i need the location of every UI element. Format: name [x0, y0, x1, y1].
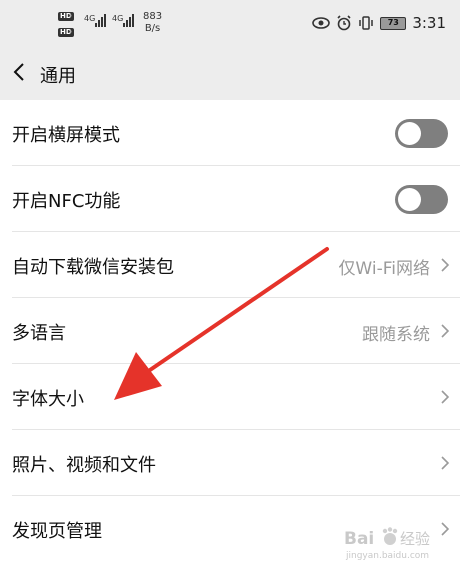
nfc-toggle[interactable]	[395, 185, 448, 214]
status-icons-right: 73 3:31	[312, 14, 446, 32]
chevron-right-icon	[441, 324, 450, 338]
settings-list: 开启横屏模式 开启NFC功能 自动下载微信安装包 仅Wi-Fi网络 多语言 跟随…	[0, 100, 460, 562]
signal-icon-1	[95, 14, 106, 27]
network-speed: 883 B/s	[143, 11, 162, 35]
setting-label: 多语言	[12, 323, 66, 344]
alarm-icon	[337, 15, 351, 31]
battery-indicator: 73	[380, 16, 407, 30]
setting-language[interactable]: 多语言 跟随系统	[12, 298, 460, 364]
setting-nfc[interactable]: 开启NFC功能	[12, 166, 460, 232]
setting-label: 字体大小	[12, 389, 84, 410]
chevron-right-icon	[441, 390, 450, 404]
vibrate-icon	[359, 16, 374, 30]
network-type-2: 4G	[112, 14, 124, 23]
nav-header: 通用	[0, 48, 460, 100]
eye-comfort-icon	[312, 17, 331, 29]
setting-font-size[interactable]: 字体大小	[12, 364, 460, 430]
setting-landscape-mode[interactable]: 开启横屏模式	[12, 100, 460, 166]
network-speed-value: 883	[143, 11, 163, 22]
setting-label: 开启横屏模式	[12, 125, 120, 146]
watermark-brand-cn: 经验	[400, 530, 430, 548]
setting-label: 开启NFC功能	[12, 191, 121, 212]
setting-value: 跟随系统	[362, 325, 430, 345]
setting-auto-download[interactable]: 自动下载微信安装包 仅Wi-Fi网络	[12, 232, 460, 298]
paw-icon	[382, 527, 398, 545]
toggle-knob	[398, 188, 421, 211]
setting-label: 发现页管理	[12, 521, 102, 542]
chevron-right-icon	[441, 258, 450, 272]
network-type-1: 4G	[84, 14, 96, 23]
sim2-icon: ▯	[70, 28, 75, 37]
clock: 3:31	[412, 14, 446, 32]
back-arrow-icon[interactable]	[9, 61, 31, 83]
signal-icon-2	[123, 14, 134, 27]
page-title: 通用	[40, 66, 76, 87]
setting-label: 照片、视频和文件	[12, 455, 156, 476]
chevron-right-icon	[441, 456, 450, 470]
sim1-icon: ▯	[70, 12, 75, 21]
baidu-jingyan-watermark: Bai 经验 jingyan.baidu.com	[344, 527, 430, 561]
setting-value: 仅Wi-Fi网络	[338, 259, 430, 279]
setting-label: 自动下载微信安装包	[12, 257, 174, 278]
watermark-url: jingyan.baidu.com	[345, 551, 429, 561]
status-bar: HD HD ▯ ▯ 4G 4G 883 B/s 73 3:31	[0, 0, 460, 48]
toggle-knob	[398, 122, 421, 145]
landscape-mode-toggle[interactable]	[395, 119, 448, 148]
watermark-brand: Bai	[344, 529, 374, 549]
setting-photos-videos-files[interactable]: 照片、视频和文件	[12, 430, 460, 496]
network-speed-unit: B/s	[144, 23, 161, 34]
